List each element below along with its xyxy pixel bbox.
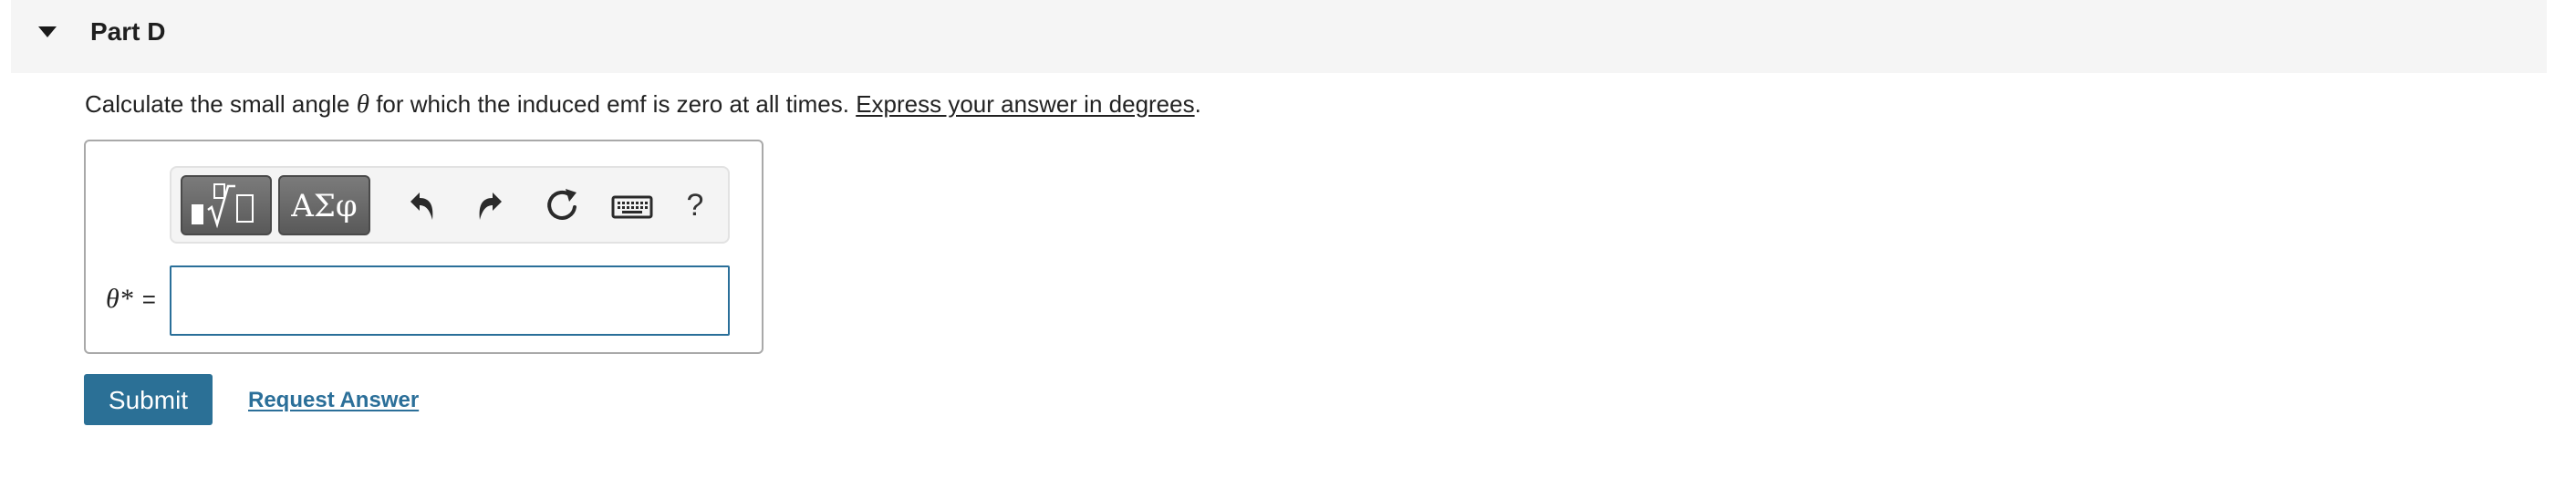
question-text-before: Calculate the small angle (85, 90, 357, 118)
answer-variable-label: θ* = (106, 283, 156, 316)
theta-symbol: θ (356, 89, 369, 119)
templates-button[interactable] (181, 175, 272, 235)
fraction-sqrt-icon (192, 183, 254, 229)
greek-symbols-label: ΑΣφ (291, 188, 358, 224)
reset-icon[interactable] (540, 183, 584, 227)
caret-down-icon[interactable] (36, 23, 58, 41)
part-title: Part D (90, 17, 166, 46)
equals-sign: = (141, 286, 156, 313)
keyboard-icon[interactable] (608, 183, 659, 227)
help-icon: ? (686, 188, 704, 223)
answer-box: ΑΣφ ? θ* = (84, 140, 763, 354)
redo-icon[interactable] (469, 183, 513, 227)
question-text-after: for which the induced emf is zero at all… (369, 90, 857, 118)
question-trailing: . (1194, 90, 1201, 118)
request-answer-link[interactable]: Request Answer (248, 387, 419, 414)
answer-variable: θ* (106, 284, 133, 314)
undo-icon[interactable] (400, 183, 443, 227)
greek-symbols-button[interactable]: ΑΣφ (278, 175, 370, 235)
answer-units-instruction: Express your answer in degrees (856, 90, 1195, 118)
math-toolbar: ΑΣφ ? (170, 166, 730, 244)
submit-button[interactable]: Submit (84, 374, 213, 425)
help-button[interactable]: ? (673, 183, 717, 227)
part-header[interactable]: Part D (11, 0, 2547, 73)
question-text: Calculate the small angle θ for which th… (85, 88, 1201, 120)
answer-input[interactable] (170, 265, 730, 336)
